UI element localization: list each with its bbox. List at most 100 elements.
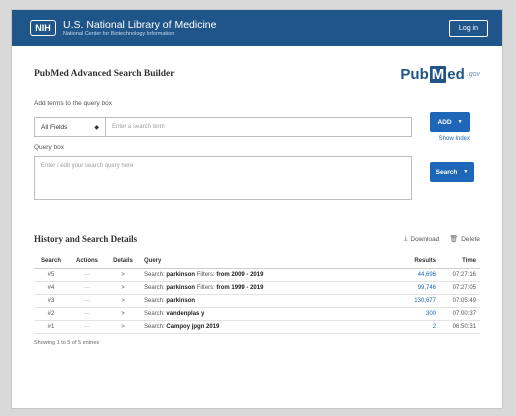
query-filter-label: Filters: bbox=[196, 271, 215, 278]
query-term: vandenplas y bbox=[166, 310, 205, 317]
results-count[interactable]: 44,696 bbox=[418, 272, 436, 278]
row-number: #1 bbox=[34, 320, 68, 334]
chevron-down-icon: ▼ bbox=[457, 119, 463, 125]
chevron-down-icon: ▼ bbox=[463, 169, 469, 175]
col-time[interactable]: Time bbox=[440, 254, 480, 269]
query-filter: from 1999 - 2019 bbox=[216, 284, 264, 291]
row-results-link[interactable]: 2 bbox=[396, 320, 440, 334]
results-count[interactable]: 2 bbox=[433, 324, 436, 330]
table-row: #2 ··· > Search: vandenplas y 300 07:00:… bbox=[34, 307, 480, 321]
row-actions-menu[interactable]: ··· bbox=[68, 307, 106, 321]
query-term: parkinson bbox=[166, 271, 196, 278]
trash-icon: 🗑 bbox=[449, 236, 459, 243]
nih-banner: NIH U.S. National Library of Medicine Na… bbox=[12, 10, 502, 46]
row-query: Search: Campoy jpgn 2019 bbox=[140, 320, 396, 334]
row-time: 07:27:05 bbox=[440, 281, 480, 295]
table-footer: Showing 1 to 5 of 5 entries bbox=[34, 339, 100, 346]
nlm-subtitle: National Center for Biotechnology Inform… bbox=[63, 30, 175, 37]
row-details-toggle[interactable]: > bbox=[106, 268, 140, 282]
col-details: Details bbox=[106, 254, 140, 269]
term-input[interactable]: Enter a search term bbox=[106, 117, 412, 137]
builder-label: Add terms to the query box bbox=[34, 100, 113, 107]
history-table-header: Search Actions Details Query Results Tim… bbox=[34, 254, 480, 269]
query-prefix: Search: bbox=[144, 323, 165, 330]
col-search[interactable]: Search bbox=[34, 254, 68, 269]
row-results-link[interactable]: 44,696 bbox=[396, 268, 440, 282]
nlm-title[interactable]: U.S. National Library of Medicine Nation… bbox=[63, 19, 217, 38]
row-query: Search: parkinson Filters: from 1999 - 2… bbox=[140, 281, 396, 295]
table-row: #5 ··· > Search: parkinson Filters: from… bbox=[34, 268, 480, 282]
download-label: Download bbox=[410, 235, 440, 243]
delete-label: Delete bbox=[461, 235, 480, 243]
row-number: #5 bbox=[34, 268, 68, 282]
nlm-name: U.S. National Library of Medicine bbox=[63, 18, 217, 31]
table-row: #1 ··· > Search: Campoy jpgn 2019 2 06:5… bbox=[34, 320, 480, 334]
builder-row: All Fields ◆ Enter a search term ADD ▼ S… bbox=[34, 112, 480, 142]
query-prefix: Search: bbox=[144, 284, 165, 291]
show-index-link[interactable]: Show Index bbox=[439, 136, 470, 142]
search-button-label: Search bbox=[435, 168, 458, 176]
query-label: Query box bbox=[34, 144, 64, 151]
title-row: PubMed Advanced Search Builder Pub M ed … bbox=[34, 46, 480, 92]
col-actions: Actions bbox=[68, 254, 106, 269]
row-details-toggle[interactable]: > bbox=[106, 307, 140, 321]
row-details-toggle[interactable]: > bbox=[106, 281, 140, 295]
row-time: 07:00:37 bbox=[440, 307, 480, 321]
col-results[interactable]: Results bbox=[396, 254, 440, 269]
results-count[interactable]: 130,677 bbox=[414, 298, 436, 304]
query-term: parkinson bbox=[166, 284, 196, 291]
row-results-link[interactable]: 99,746 bbox=[396, 281, 440, 295]
history-title: History and Search Details bbox=[34, 234, 138, 244]
logo-gov: .gov bbox=[466, 70, 480, 78]
row-time: 07:05:49 bbox=[440, 294, 480, 308]
delete-button[interactable]: 🗑 Delete bbox=[449, 235, 480, 244]
query-term: Campoy jpgn 2019 bbox=[166, 323, 220, 330]
table-row: #4 ··· > Search: parkinson Filters: from… bbox=[34, 281, 480, 295]
row-query: Search: parkinson Filters: from 2009 - 2… bbox=[140, 268, 396, 282]
row-results-link[interactable]: 300 bbox=[396, 307, 440, 321]
pubmed-logo[interactable]: Pub M ed .gov bbox=[400, 65, 480, 83]
row-details-toggle[interactable]: > bbox=[106, 294, 140, 308]
row-time: 07:27:16 bbox=[440, 268, 480, 282]
query-prefix: Search: bbox=[144, 297, 165, 304]
query-term: parkinson bbox=[166, 297, 196, 304]
query-box[interactable]: Enter / edit your search query here bbox=[34, 156, 412, 200]
row-number: #3 bbox=[34, 294, 68, 308]
search-button[interactable]: Search ▼ bbox=[430, 162, 474, 182]
download-icon: ⤓ bbox=[404, 235, 408, 242]
history-table: Search Actions Details Query Results Tim… bbox=[34, 254, 480, 334]
login-button[interactable]: Log in bbox=[448, 19, 488, 37]
row-query: Search: vandenplas y bbox=[140, 307, 396, 321]
page-title: PubMed Advanced Search Builder bbox=[34, 69, 175, 79]
row-actions-menu[interactable]: ··· bbox=[68, 268, 106, 282]
row-results-link[interactable]: 130,677 bbox=[396, 294, 440, 308]
results-count[interactable]: 99,746 bbox=[418, 285, 436, 291]
add-button[interactable]: ADD ▼ bbox=[430, 112, 470, 132]
field-select[interactable]: All Fields ◆ bbox=[34, 117, 106, 137]
download-button[interactable]: ⤓ Download bbox=[404, 235, 439, 243]
query-filter-label: Filters: bbox=[196, 284, 215, 291]
add-column: ADD ▼ Show Index bbox=[430, 112, 470, 142]
query-prefix: Search: bbox=[144, 310, 165, 317]
browser-page: NIH U.S. National Library of Medicine Na… bbox=[12, 10, 502, 408]
row-actions-menu[interactable]: ··· bbox=[68, 320, 106, 334]
main-content: PubMed Advanced Search Builder Pub M ed … bbox=[12, 46, 502, 346]
row-actions-menu[interactable]: ··· bbox=[68, 294, 106, 308]
nih-logo[interactable]: NIH bbox=[30, 20, 56, 36]
history-actions: ⤓ Download 🗑 Delete bbox=[394, 235, 480, 243]
history-header: History and Search Details ⤓ Download 🗑 … bbox=[34, 234, 480, 244]
row-actions-menu[interactable]: ··· bbox=[68, 281, 106, 295]
add-button-label: ADD bbox=[437, 118, 452, 126]
results-count[interactable]: 300 bbox=[426, 311, 436, 317]
col-query: Query bbox=[140, 254, 396, 269]
logo-pre: Pub bbox=[400, 65, 429, 83]
logo-box: M bbox=[429, 65, 447, 83]
query-row: Enter / edit your search query here Sear… bbox=[34, 156, 480, 200]
query-prefix: Search: bbox=[144, 271, 165, 278]
row-query: Search: parkinson bbox=[140, 294, 396, 308]
caret-updown-icon: ◆ bbox=[94, 124, 99, 131]
field-select-value: All Fields bbox=[41, 123, 68, 131]
row-details-toggle[interactable]: > bbox=[106, 320, 140, 334]
table-row: #3 ··· > Search: parkinson 130,677 07:05… bbox=[34, 294, 480, 308]
query-filter: from 2009 - 2019 bbox=[216, 271, 264, 278]
